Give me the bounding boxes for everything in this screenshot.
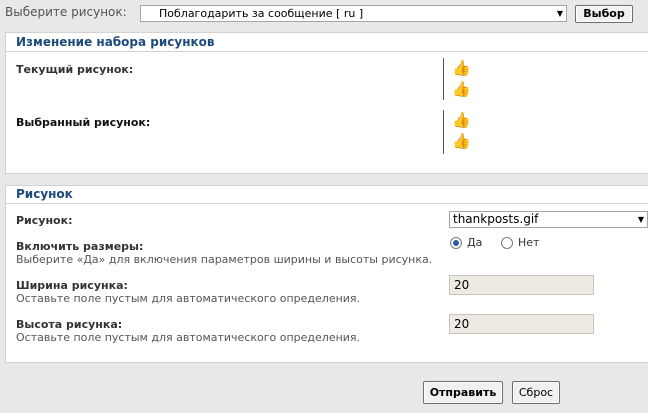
- sizes-yes-radio[interactable]: [450, 237, 462, 249]
- chosen-image-divider: [443, 110, 444, 154]
- height-input[interactable]: 20: [449, 314, 594, 334]
- enable-sizes-label: Включить размеры:: [16, 240, 144, 253]
- width-label: Ширина рисунка:: [16, 279, 128, 292]
- sizes-no-label[interactable]: Нет: [518, 236, 539, 249]
- image-set-divider: [6, 51, 648, 52]
- image-select-label: Выберите рисунок:: [5, 5, 127, 19]
- chevron-down-icon: ▼: [556, 9, 563, 18]
- image-settings-divider: [6, 203, 648, 204]
- image-select-value: Поблагодарить за сообщение [ ru ]: [159, 7, 364, 20]
- select-button[interactable]: Выбор: [575, 5, 633, 23]
- current-image-label: Текущий рисунок:: [16, 63, 134, 76]
- chevron-down-icon: ▼: [637, 215, 644, 224]
- image-file-dropdown[interactable]: thankposts.gif ▼: [449, 211, 648, 228]
- current-image-divider: [443, 58, 444, 100]
- height-hint: Оставьте поле пустым для автоматического…: [16, 331, 361, 344]
- width-input[interactable]: 20: [449, 275, 594, 295]
- submit-button[interactable]: Отправить: [423, 381, 503, 404]
- sizes-no-radio[interactable]: [501, 237, 513, 249]
- width-hint: Оставьте поле пустым для автоматического…: [16, 292, 361, 305]
- image-settings-title: Рисунок: [16, 187, 73, 201]
- enable-sizes-hint: Выберите «Да» для включения параметров ш…: [16, 253, 433, 266]
- image-set-panel: [5, 32, 648, 174]
- height-label: Высота рисунка:: [16, 318, 123, 331]
- thumbs-up-icon: 👍: [452, 59, 471, 77]
- image-file-label: Рисунок:: [16, 214, 73, 227]
- thumbs-up-icon: 👍: [452, 132, 471, 150]
- thumbs-up-icon: 👍: [452, 80, 471, 98]
- sizes-yes-label[interactable]: Да: [467, 236, 482, 249]
- image-file-value: thankposts.gif: [453, 212, 539, 226]
- image-select-dropdown[interactable]: Поблагодарить за сообщение [ ru ] ▼: [140, 5, 567, 22]
- chosen-image-label: Выбранный рисунок:: [16, 116, 151, 129]
- thumbs-up-icon: 👍: [452, 111, 471, 129]
- image-set-title: Изменение набора рисунков: [16, 35, 215, 49]
- reset-button[interactable]: Сброс: [512, 381, 560, 404]
